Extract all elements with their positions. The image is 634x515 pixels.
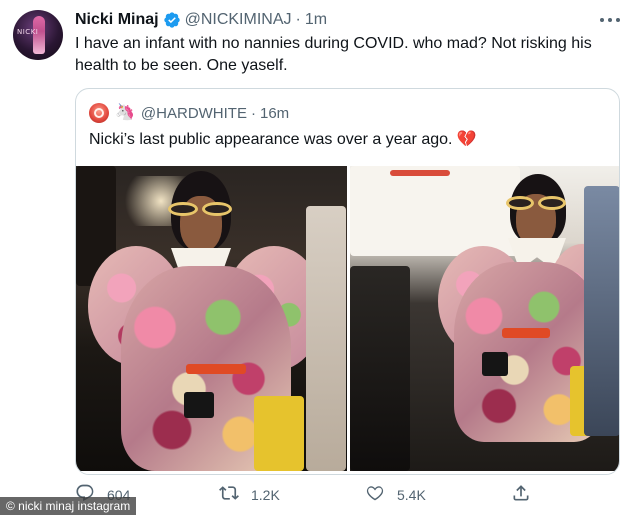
background-car	[350, 266, 410, 471]
author-avatar[interactable]: NICKI	[13, 10, 63, 60]
photo-right[interactable]	[350, 166, 619, 471]
share-icon	[511, 483, 531, 508]
retweet-button[interactable]: 1.2K	[219, 483, 280, 507]
like-button[interactable]: 5.4K	[365, 483, 426, 507]
quoted-header: 🦄 @HARDWHITE · 16m	[89, 103, 289, 123]
avatar-text: NICKI	[17, 28, 39, 36]
tweet-time[interactable]: 1m	[305, 11, 327, 29]
figure-belt	[186, 364, 246, 374]
background-wall	[350, 166, 520, 256]
figure-belt	[502, 328, 550, 338]
image-credit: © nicki minaj instagram	[0, 497, 137, 515]
figure-sunglasses	[168, 202, 232, 216]
figure-phone	[184, 392, 214, 418]
quoted-text: Nicki’s last public appearance was over …	[89, 129, 476, 149]
tweet-card: NICKI Nicki Minaj @NICKIMINAJ · 1m I hav…	[0, 0, 634, 515]
background-red-light	[390, 170, 450, 176]
quoted-avatar[interactable]	[89, 103, 109, 123]
share-button[interactable]	[511, 483, 531, 507]
background-person	[584, 186, 619, 436]
verified-badge-icon	[163, 11, 181, 29]
unicorn-emoji: 🦄	[115, 104, 135, 121]
author-handle[interactable]: @NICKIMINAJ	[185, 11, 292, 29]
retweet-count: 1.2K	[251, 487, 280, 503]
quoted-handle[interactable]: @HARDWHITE	[141, 105, 247, 122]
separator-dot: ·	[295, 11, 301, 28]
tweet-header: Nicki Minaj @NICKIMINAJ · 1m	[75, 10, 327, 30]
background-person	[306, 206, 346, 471]
like-count: 5.4K	[397, 487, 426, 503]
quoted-tweet[interactable]: 🦄 @HARDWHITE · 16m Nicki’s last public a…	[75, 88, 620, 475]
more-horizontal-icon[interactable]	[600, 12, 620, 28]
retweet-icon	[219, 483, 239, 508]
yellow-bag	[254, 396, 304, 471]
author-name[interactable]: Nicki Minaj	[75, 11, 159, 29]
quoted-text-body: Nicki’s last public appearance was over …	[89, 131, 453, 148]
broken-heart-emoji: 💔	[456, 131, 477, 148]
tweet-text: I have an infant with no nannies during …	[75, 35, 592, 74]
figure-phone	[482, 352, 508, 376]
like-icon	[365, 483, 385, 508]
photo-grid	[76, 166, 619, 471]
separator-dot: ·	[250, 104, 256, 122]
photo-left[interactable]	[76, 166, 347, 471]
tweet-actions: 604 1.2K 5.4K	[75, 483, 545, 507]
figure-sunglasses	[506, 196, 566, 210]
quoted-time[interactable]: 16m	[260, 105, 289, 122]
